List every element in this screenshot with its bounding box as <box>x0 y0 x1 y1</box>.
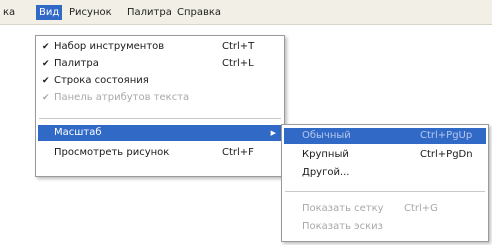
menu-item-label: Панель атрибутов текста <box>54 92 190 103</box>
submenu-arrow-icon: ▶ <box>270 129 276 137</box>
menu-bar: ка Вид Рисунок Палитра Справка <box>0 0 492 25</box>
menu-item-label: Масштаб <box>54 127 102 138</box>
menu-item-zoom[interactable]: Масштаб ▶ <box>38 125 282 141</box>
menu-item-shortcut: Ctrl+L <box>222 58 254 69</box>
menu-item-text-toolbar: ✔ Панель атрибутов текста <box>38 90 282 106</box>
menu-previous-truncated[interactable]: ка <box>0 5 18 20</box>
submenu-item-show-grid: Показать сетку Ctrl+G <box>284 201 486 217</box>
check-icon: ✔ <box>42 59 50 69</box>
menu-item-toolbox[interactable]: ✔ Набор инструментов Ctrl+T <box>38 39 282 55</box>
menu-item-label: Набор инструментов <box>54 41 165 52</box>
submenu-item-show-thumbnail: Показать эскиз <box>284 219 486 235</box>
submenu-item-large[interactable]: Крупный Ctrl+PgDn <box>284 147 486 163</box>
check-icon: ✔ <box>42 42 50 52</box>
menu-image[interactable]: Рисунок <box>66 5 115 20</box>
menu-help[interactable]: Справка <box>174 5 224 20</box>
check-icon: ✔ <box>42 93 50 103</box>
menu-item-shortcut: Ctrl+PgUp <box>420 130 473 141</box>
menu-item-label: Крупный <box>302 149 349 160</box>
menu-item-shortcut: Ctrl+T <box>222 41 255 52</box>
view-menu: ✔ Набор инструментов Ctrl+T ✔ Палитра Ct… <box>35 35 285 177</box>
menu-item-status-bar[interactable]: ✔ Строка состояния <box>38 73 282 89</box>
menu-item-shortcut: Ctrl+G <box>404 203 438 214</box>
menu-separator <box>285 191 485 192</box>
menu-item-label: Показать сетку <box>302 203 384 214</box>
submenu-item-normal[interactable]: Обычный Ctrl+PgUp <box>284 128 486 144</box>
menu-item-shortcut: Ctrl+F <box>222 147 254 158</box>
menu-item-label: Палитра <box>54 58 99 69</box>
menu-item-view-bitmap[interactable]: Просмотреть рисунок Ctrl+F <box>38 145 282 161</box>
menu-item-label: Показать эскиз <box>302 221 383 232</box>
menu-item-label: Просмотреть рисунок <box>54 147 170 158</box>
menu-view[interactable]: Вид <box>36 5 63 20</box>
submenu-item-custom[interactable]: Другой... <box>284 165 486 181</box>
menu-item-shortcut: Ctrl+PgDn <box>420 149 473 160</box>
menu-palette[interactable]: Палитра <box>124 5 175 20</box>
menu-item-palette[interactable]: ✔ Палитра Ctrl+L <box>38 56 282 72</box>
menu-item-label: Обычный <box>302 130 351 141</box>
menu-item-label: Другой... <box>302 167 350 178</box>
zoom-submenu: Обычный Ctrl+PgUp Крупный Ctrl+PgDn Друг… <box>281 124 489 242</box>
menu-item-label: Строка состояния <box>54 75 149 86</box>
menu-separator <box>39 118 281 119</box>
check-icon: ✔ <box>42 76 50 86</box>
